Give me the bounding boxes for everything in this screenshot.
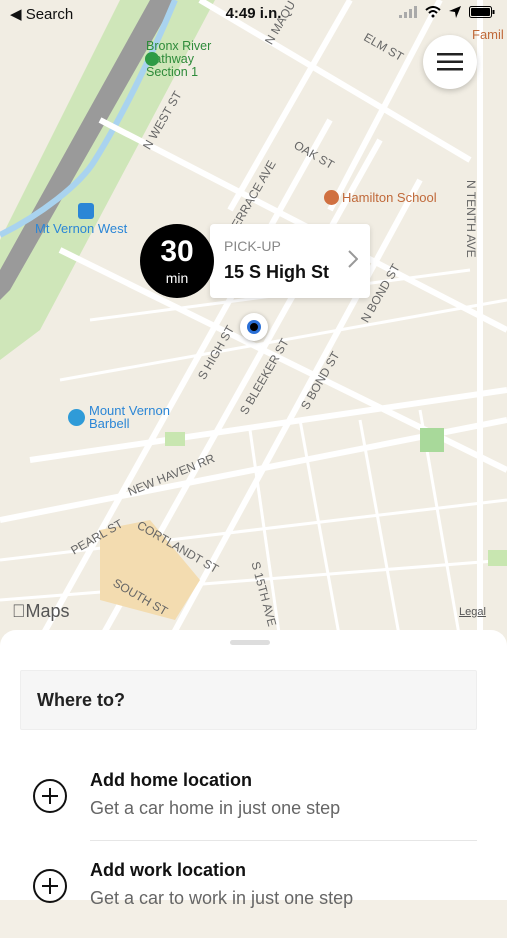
pickup-callout[interactable]: PICK-UP 15 S High St 30 min <box>140 224 370 298</box>
add-home-location-row[interactable]: Add home location Get a car home in just… <box>0 758 507 848</box>
signal-icon <box>399 6 417 18</box>
where-to-label: Where to? <box>37 690 125 710</box>
menu-button[interactable] <box>423 35 477 89</box>
add-home-title: Add home location <box>90 770 252 790</box>
row-divider <box>90 840 477 841</box>
status-bar: ◀ Search 4:49 i.n. <box>0 0 507 28</box>
map-label-fami: Famil <box>472 27 504 42</box>
plus-circle-icon <box>33 779 67 813</box>
eta-number: 30 <box>160 234 194 268</box>
pickup-pin-icon[interactable] <box>240 313 268 341</box>
bottom-sheet: Where to? Add home location Get a car ho… <box>0 630 507 908</box>
sheet-handle[interactable] <box>230 640 270 645</box>
location-arrow-icon <box>449 6 461 18</box>
add-work-subtitle: Get a car to work in just one step <box>90 888 354 908</box>
chevron-right-icon <box>348 250 358 268</box>
where-to-field[interactable]: Where to? <box>20 670 477 730</box>
status-icons <box>399 6 495 18</box>
eta-badge: 30 min <box>140 224 214 298</box>
street-n-tenth: N TENTH AVE <box>464 180 478 258</box>
pickup-address: 15 S High St <box>224 262 330 282</box>
park-icon <box>145 52 159 66</box>
map-label-mtvernon-west: Mt Vernon West <box>35 221 128 236</box>
add-work-title: Add work location <box>90 860 247 880</box>
pickup-card[interactable]: PICK-UP 15 S High St <box>210 224 370 298</box>
legal-link[interactable]: Legal <box>459 606 486 618</box>
maps-logo-text: Maps <box>12 601 70 621</box>
map-label-barbell: Mount Vernon Barbell <box>89 403 170 431</box>
train-icon <box>78 203 94 219</box>
wifi-icon <box>425 6 441 18</box>
plus-circle-icon <box>33 869 67 903</box>
apple-maps-logo: Maps <box>12 601 70 622</box>
battery-icon <box>469 6 495 18</box>
school-icon <box>324 190 339 205</box>
add-work-location-row[interactable]: Add work location Get a car to work in j… <box>0 848 507 938</box>
map-label-hamilton: Hamilton School <box>342 190 437 205</box>
hamburger-icon <box>437 53 463 71</box>
add-home-subtitle: Get a car home in just one step <box>90 798 341 818</box>
eta-unit: min <box>165 269 189 286</box>
pickup-label: PICK-UP <box>224 238 281 254</box>
apple-icon:  <box>12 601 26 621</box>
gym-icon <box>68 409 85 426</box>
